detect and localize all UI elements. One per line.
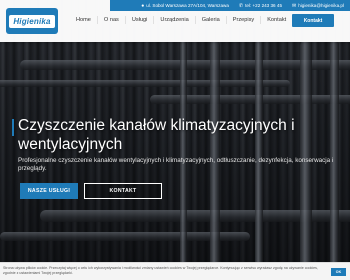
nav-item-regulations[interactable]: Przepisy	[227, 16, 262, 24]
mail-icon: ✉	[292, 2, 297, 9]
nav-item-contact[interactable]: Kontakt	[261, 16, 292, 24]
hero-headline: Czyszczenie kanałów klimatyzacyjnych i w…	[18, 117, 295, 153]
phone-text: tel: +22 243 36 45	[245, 3, 283, 8]
nav-item-gallery[interactable]: Galeria	[196, 16, 227, 24]
contact-address: ● ul. Sobol Warszawa 27A/104, Warszawa	[141, 3, 229, 9]
site-header: Higienika ● ul. Sobol Warszawa 27A/104, …	[0, 0, 350, 42]
phone-icon: ✆	[238, 2, 244, 9]
cookie-text: Strona używa plików cookie. Przeczytaj w…	[3, 266, 318, 275]
nav-item-home[interactable]: Home	[70, 16, 98, 24]
address-text: ul. Sobol Warszawa 27A/104, Warszawa	[146, 3, 229, 8]
logo[interactable]: Higienika	[6, 8, 58, 34]
nav-item-services[interactable]: Usługi	[126, 16, 155, 24]
nav-item-devices[interactable]: Urządzenia	[154, 16, 196, 24]
services-button[interactable]: NASZE USŁUGI	[20, 183, 78, 199]
logo-text: Higienika	[9, 14, 55, 28]
contact-cta-button[interactable]: Kontakt	[292, 14, 334, 27]
email-text: higienika@higienika.pl	[298, 3, 344, 8]
main-nav: Home O nas Usługi Urządzenia Galeria Prz…	[70, 16, 292, 24]
location-icon: ●	[141, 2, 145, 9]
contact-phone[interactable]: ✆ tel: +22 243 36 45	[239, 3, 282, 9]
contact-bar: ● ul. Sobol Warszawa 27A/104, Warszawa ✆…	[110, 0, 350, 11]
duct-decoration	[0, 80, 290, 87]
hero-subtitle: Profesjonalne czyszczenie kanałów wentyl…	[18, 157, 334, 172]
contact-button[interactable]: KONTAKT	[84, 183, 162, 199]
cookie-accept-button[interactable]: OK	[331, 268, 346, 276]
headline-accent	[12, 119, 14, 136]
nav-item-about[interactable]: O nas	[98, 16, 126, 24]
cookie-banner: Strona używa plików cookie. Przeczytaj w…	[0, 262, 350, 280]
contact-email[interactable]: ✉ higienika@higienika.pl	[292, 3, 344, 9]
